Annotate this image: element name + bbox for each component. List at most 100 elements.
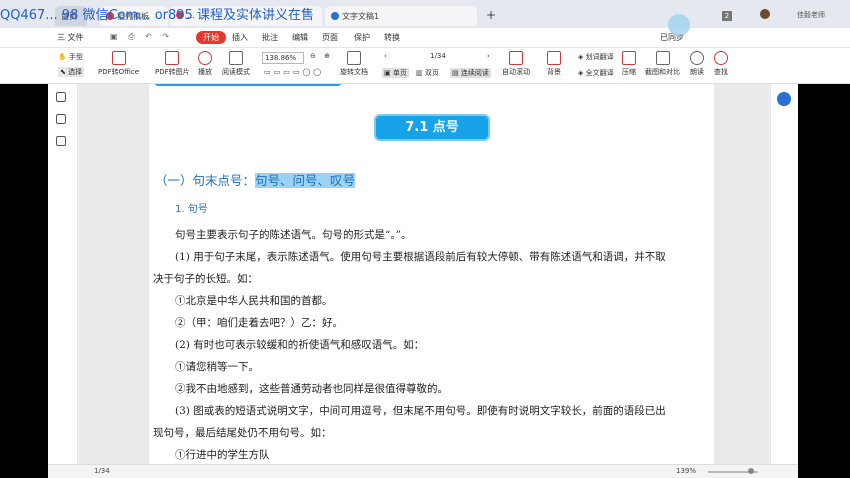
compress-button[interactable]: 压缩 [622,51,636,77]
menu-comment[interactable]: 批注 [262,32,278,43]
compress-label: 压缩 [622,68,636,76]
menu-file[interactable]: 三 文件 [57,32,84,43]
continuous-read-label: 连续阅读 [460,69,489,77]
select-tool[interactable]: ⬉ 选择 [58,67,85,77]
quick-access-icons[interactable]: ▣ ⎙ ↶ ↷ [110,32,173,42]
word-translate-button[interactable]: ◈ 划词翻译 [578,52,614,62]
background-button[interactable]: 背景 [547,51,561,77]
subsection-title: 1. 句号 [175,204,208,215]
toolbar: ✋ 手型 ⬉ 选择 PDF转Office PDF转图片 播放 阅读模式 138.… [0,48,850,84]
menu-start[interactable]: 开始 [196,31,226,44]
pdf-page: 7.1 点号 （一）句末点号：句号、问号、叹号 1. 句号 句号主要表示句子的陈… [149,84,714,464]
play-button[interactable]: 播放 [198,51,212,77]
pdf-to-office-button[interactable]: PDF转Office [98,51,139,77]
watermark-logo-icon [668,14,690,36]
zoom-slider-knob[interactable] [748,468,754,474]
auto-scroll-button[interactable]: 自动滚动 [502,51,530,77]
thumbnail-icon[interactable] [56,114,66,124]
next-page-icon[interactable]: › [487,52,490,60]
menu-page[interactable]: 页面 [322,32,338,43]
zoom-controls[interactable]: ⊖ ⊕ [310,52,333,60]
pdf-to-office-label: PDF转Office [98,68,140,76]
find-button[interactable]: 查找 [714,51,728,77]
double-page-label: 双页 [424,69,439,77]
paragraph-line-3: 决于句子的长短。如： [153,273,258,285]
hand-tool[interactable]: ✋ 手型 [58,52,83,62]
select-label: 选择 [68,68,83,76]
paragraph-line-7: ①请您稍等一下。 [175,361,259,373]
search-icon [714,51,728,65]
rotate-icon [347,51,361,65]
status-bar: 1/34 139% [48,464,798,478]
paragraph-line-11: ①行进中的学生方队 [175,449,270,461]
avatar[interactable] [760,9,770,19]
background-icon [547,51,561,65]
new-tab-icon[interactable]: + [486,8,496,22]
word-icon [331,12,339,20]
play-icon [198,51,212,65]
tab-doc[interactable]: 文字文稿1 [325,6,477,26]
pdf-to-image-button[interactable]: PDF转图片 [155,51,190,77]
bookmark-icon[interactable] [56,92,66,102]
single-page-button[interactable]: ▣ 单页 [382,68,409,78]
prev-page-icon[interactable]: ‹ [384,52,387,60]
continuous-read-button[interactable]: ▤ 连续阅读 [450,68,491,78]
menu-protect[interactable]: 保护 [354,32,370,43]
double-page-button[interactable]: ▥ 双页 [416,68,439,78]
read-aloud-button[interactable]: 朗读 [690,51,704,77]
pdf-to-image-label: PDF转图片 [155,68,190,76]
full-translate-button[interactable]: ◈ 全文翻译 [578,68,614,78]
section-title: （一）句末点号：句号、问号、叹号 [155,170,356,189]
read-mode-button[interactable]: 阅读模式 [222,51,250,77]
read-aloud-label: 朗读 [690,68,704,76]
paragraph-line-9: (3) 图或表的短语式说明文字，中间可用逗号，但末尾不用句号。即使有时说明文字较… [175,405,666,417]
rotate-button[interactable]: 旋转文档 [340,51,368,77]
menu-bar: 三 文件 ▣ ⎙ ↶ ↷ 开始 插入 批注 编辑 页面 保护 转换 已同步 [0,28,850,48]
hand-label: 手型 [68,53,83,61]
menu-edit[interactable]: 编辑 [292,32,308,43]
pdf-convert-icon [111,51,126,65]
right-black-border [798,28,850,478]
document-area: 7.1 点号 （一）句末点号：句号、问号、叹号 1. 句号 句号主要表示句子的陈… [79,84,769,464]
right-sidebar [770,84,798,464]
compress-icon [622,51,636,65]
word-translate-label: 划词翻译 [585,53,614,61]
user-name[interactable]: 佳毅老师 [797,10,825,20]
left-sidebar [48,84,78,464]
page-number-input[interactable]: 1/34 [398,52,478,64]
play-label: 播放 [198,68,212,76]
left-black-border [0,28,48,478]
menu-insert[interactable]: 插入 [232,32,248,43]
auto-scroll-label: 自动滚动 [502,68,530,76]
book-icon [229,51,243,65]
heading-banner: 7.1 点号 [374,114,490,141]
annotation-icon[interactable] [56,136,66,146]
zoom-select[interactable]: 138.86% [262,52,304,64]
status-zoom[interactable]: 139% [676,467,696,475]
paragraph-line-2: (1) 用于句子末尾，表示陈述语气。使用句号主要根据语段前后有较大停顿、带有陈述… [175,251,666,263]
microphone-icon [690,51,704,65]
paragraph-line-1: 句号主要表示句子的陈述语气。句号的形式是“。”。 [175,229,412,241]
watermark-text: QQ467... 98 微信Com... or895 课程及实体讲义在售 [0,8,314,23]
scroll-icon [509,51,523,65]
header-strip [153,84,343,86]
status-page-number[interactable]: 1/34 [94,467,110,475]
full-translate-label: 全文翻译 [585,69,614,77]
section-prefix: （一）句末点号： [155,173,256,188]
paragraph-line-8: ②我不由地感到，这些普通劳动者也同样是很值得尊敬的。 [175,383,448,395]
window-count-badge: 2 [722,11,732,21]
screenshot-compare-button[interactable]: 截图和对比 [645,51,680,77]
single-page-label: 单页 [392,69,407,77]
background-label: 背景 [547,68,561,76]
paragraph-line-5: ②（甲：咱们走着去吧？）乙：好。 [175,317,343,329]
paragraph-line-6: (2) 有时也可表示较缓和的祈使语气和感叹语气。如： [175,339,425,351]
image-icon [165,51,180,65]
find-label: 查找 [714,68,728,76]
read-mode-label: 阅读模式 [222,68,250,76]
view-tools[interactable]: ▭▭▭▭◯◯ [264,68,324,76]
assistant-icon[interactable] [777,92,791,106]
menu-convert[interactable]: 转换 [384,32,400,43]
section-highlight: 句号、问号、叹号 [255,173,356,188]
screenshot-compare-label: 截图和对比 [645,68,680,76]
paragraph-line-10: 现句号，最后结尾处仍不用句号。如： [153,427,332,439]
